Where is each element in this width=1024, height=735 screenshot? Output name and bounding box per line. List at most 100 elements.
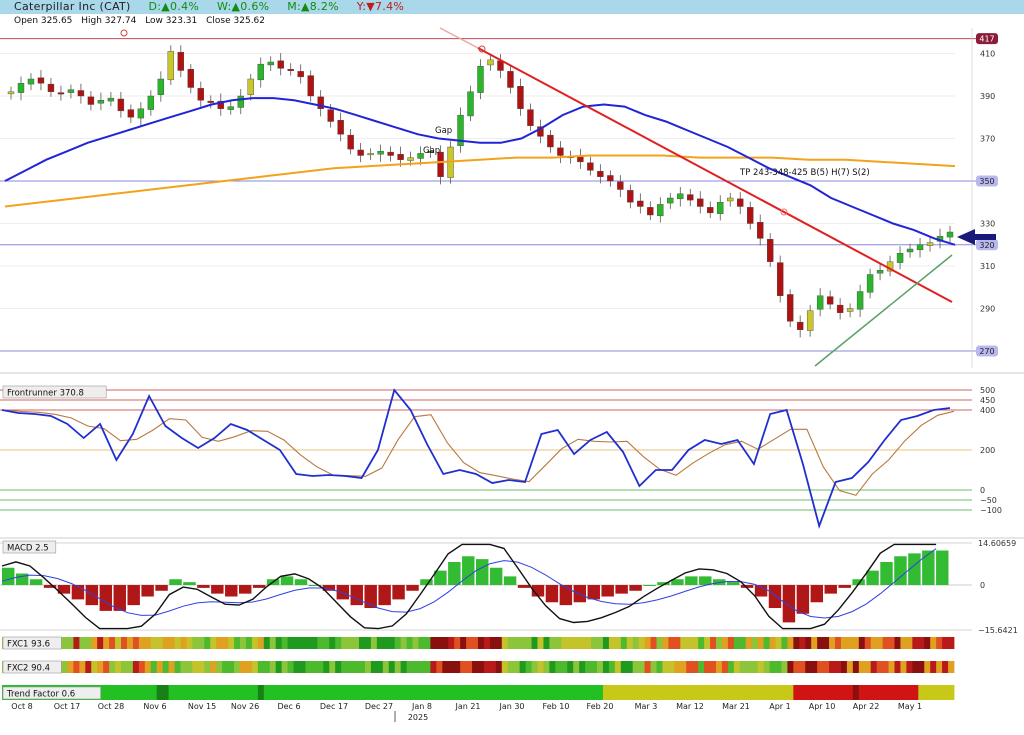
heatmap-cell <box>162 661 169 673</box>
heatmap-cell <box>930 637 937 649</box>
heatmap-cell <box>115 685 122 700</box>
heatmap-cell <box>192 661 199 673</box>
heatmap-cell <box>501 685 509 700</box>
heatmap-cell <box>472 637 479 649</box>
candle <box>327 109 334 122</box>
heatmap-cell <box>138 661 146 673</box>
heatmap-cell <box>751 637 759 649</box>
heatmap-cell <box>858 685 866 700</box>
heatmap-cell <box>335 661 342 673</box>
heatmap-cell <box>263 637 271 649</box>
heatmap-cell <box>525 685 532 700</box>
heatmap-cell <box>454 685 461 700</box>
heatmap-cell <box>460 685 467 700</box>
heatmap-cell <box>513 661 521 673</box>
heatmap-cell <box>204 685 211 700</box>
heatmap-cell <box>543 637 550 649</box>
candle <box>197 88 204 101</box>
macd-histogram-bar <box>768 585 782 609</box>
heatmap-cell <box>698 685 705 700</box>
candle <box>577 156 584 163</box>
heatmap-cell <box>787 685 794 700</box>
x-tick-label: Nov 26 <box>231 702 259 711</box>
heatmap-cell <box>620 685 628 700</box>
heatmap-cell <box>251 685 259 700</box>
heatmap-cell <box>948 637 955 649</box>
heatmap-cell <box>769 637 776 649</box>
heatmap-cell <box>775 637 782 649</box>
heatmap-cell <box>537 661 544 673</box>
candle <box>387 151 394 156</box>
heatmap-cell <box>585 637 592 649</box>
heatmap-cell <box>394 637 402 649</box>
heatmap-cell <box>400 661 407 673</box>
heatmap-cell <box>156 637 164 649</box>
macd-histogram-bar <box>810 585 824 603</box>
heatmap-cell <box>626 661 634 673</box>
heatmap-cell <box>781 637 788 649</box>
candle <box>766 239 774 262</box>
heatmap-cell <box>668 637 675 649</box>
heatmap-cell <box>674 685 681 700</box>
macd-histogram-bar <box>545 585 559 603</box>
candle <box>207 100 214 103</box>
heatmap-cell <box>662 661 669 673</box>
candle <box>357 149 364 156</box>
heatmap-cell <box>942 661 949 673</box>
heatmap-cell <box>686 685 693 700</box>
heatmap-cell <box>686 661 693 673</box>
heatmap-cell <box>299 637 306 649</box>
heatmap-cell <box>739 685 747 700</box>
heatmap-cell <box>394 685 402 700</box>
heatmap-cell <box>763 637 770 649</box>
heatmap-cell <box>287 661 294 673</box>
heatmap-cell <box>281 661 288 673</box>
candle <box>906 248 914 253</box>
heatmap-cell <box>912 637 919 649</box>
candle <box>547 134 554 148</box>
candle <box>127 109 135 118</box>
heatmap-cell <box>870 685 878 700</box>
candle <box>487 59 494 66</box>
heatmap-cell <box>412 685 419 700</box>
heatmap-cell <box>543 685 550 700</box>
macd-histogram-bar <box>838 585 851 588</box>
heatmap-cell <box>103 685 110 700</box>
heatmap-cell <box>870 637 878 649</box>
candle <box>27 78 35 85</box>
macd-histogram-bar <box>685 576 698 586</box>
heatmap-cell <box>323 685 330 700</box>
heatmap-cell <box>174 637 181 649</box>
heatmap-cell <box>632 661 640 673</box>
heatmap-cell <box>275 637 283 649</box>
heatmap-cell <box>186 637 193 649</box>
heatmap-cell <box>614 661 622 673</box>
macd-histogram-bar <box>183 582 196 586</box>
macd-histogram-bar <box>211 585 224 594</box>
candle <box>347 134 354 150</box>
fxc1-row <box>2 637 955 649</box>
heatmap-cell <box>537 685 544 700</box>
heatmap-cell <box>376 685 384 700</box>
candle <box>147 95 155 110</box>
heatmap-cell <box>144 637 152 649</box>
candle <box>367 153 374 156</box>
heatmap-cell <box>222 685 229 700</box>
heatmap-cell <box>269 637 277 649</box>
macd-histogram-bar <box>587 585 600 600</box>
heatmap-cell <box>257 685 265 700</box>
heatmap-cell <box>364 661 372 673</box>
heatmap-cell <box>692 637 699 649</box>
heatmap-cell <box>602 685 610 700</box>
heatmap-cell <box>281 637 288 649</box>
heatmap-cell <box>608 637 616 649</box>
macd-histogram-bar <box>880 562 893 586</box>
candle <box>856 291 864 310</box>
macd-histogram-bar <box>225 585 238 597</box>
heatmap-cell <box>240 661 247 673</box>
heatmap-cell <box>656 661 663 673</box>
heatmap-cell <box>454 637 461 649</box>
heatmap-cell <box>138 637 146 649</box>
heatmap-cell <box>793 637 800 649</box>
heatmap-cell <box>840 685 848 700</box>
